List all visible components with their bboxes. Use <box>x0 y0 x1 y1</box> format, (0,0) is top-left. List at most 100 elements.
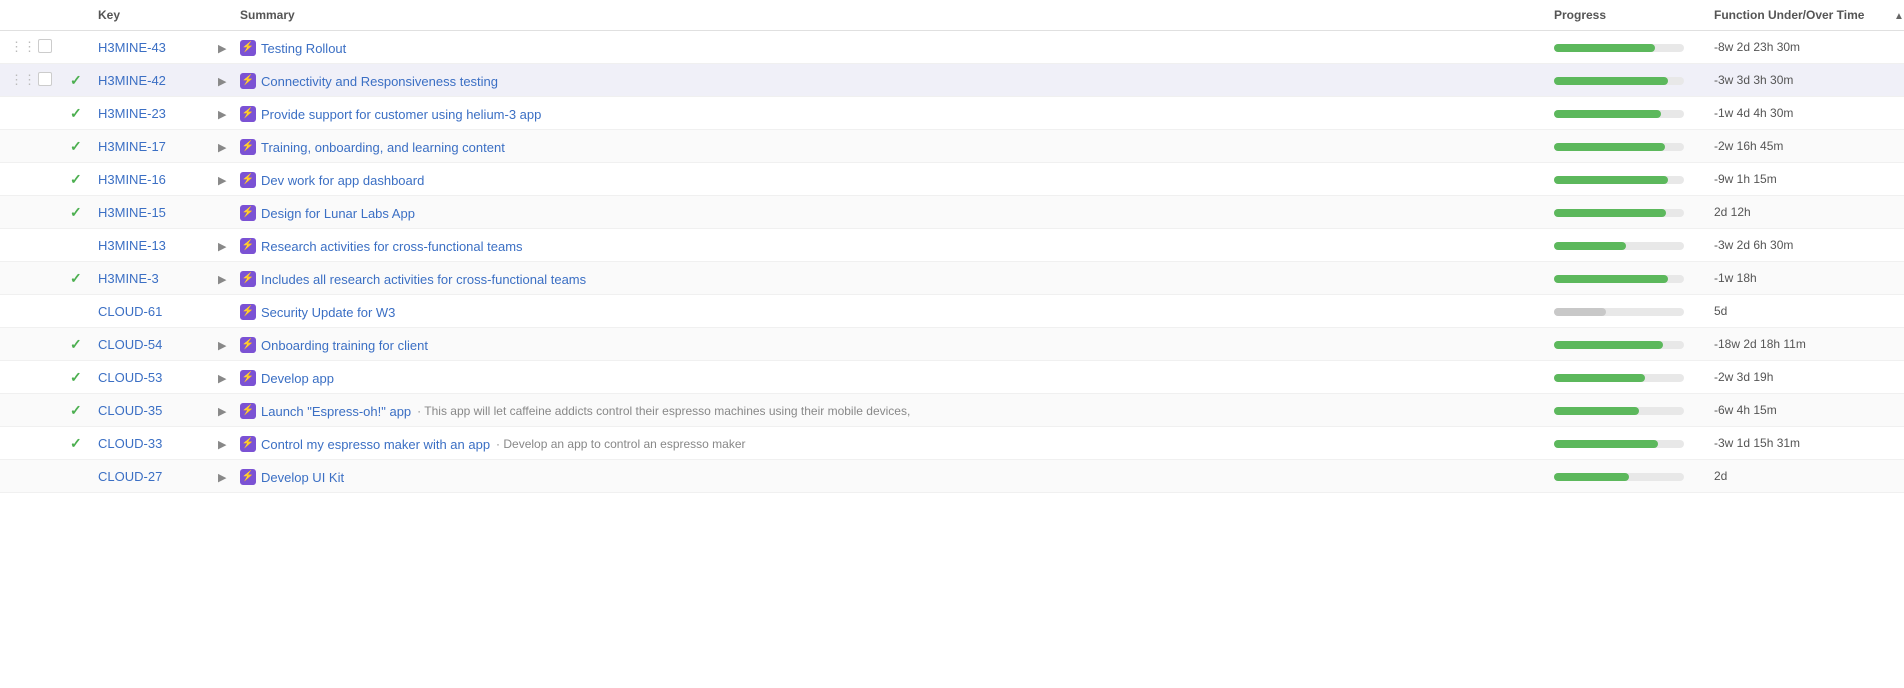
expand-arrow-icon[interactable]: ▶ <box>218 340 226 352</box>
summary-link[interactable]: Dev work for app dashboard <box>261 173 424 188</box>
summary-link[interactable]: Onboarding training for client <box>261 338 428 353</box>
progress-bar-fill <box>1554 44 1655 52</box>
summary-cell: ⚡Control my espresso maker with an app ·… <box>230 427 1544 460</box>
progress-bar <box>1554 242 1684 250</box>
expand-arrow-icon[interactable]: ▶ <box>218 439 226 451</box>
expand-arrow-icon[interactable]: ▶ <box>218 43 226 55</box>
summary-content: ⚡ Training, onboarding, and learning cont… <box>240 139 505 155</box>
summary-link[interactable]: Connectivity and Responsiveness testing <box>261 74 498 89</box>
progress-bar-fill <box>1554 209 1666 217</box>
summary-link[interactable]: Training, onboarding, and learning conte… <box>261 140 505 155</box>
issue-key[interactable]: CLOUD-54 <box>88 328 208 361</box>
summary-content: ⚡Control my espresso maker with an app ·… <box>240 436 746 452</box>
summary-content: ⚡Provide support for customer using heli… <box>240 106 541 122</box>
progress-cell <box>1544 361 1704 394</box>
progress-bar <box>1554 341 1684 349</box>
checkbox-cell <box>28 229 60 262</box>
issue-type-icon: ⚡ <box>240 139 256 155</box>
function-time-cell: 5d <box>1704 295 1884 328</box>
issue-type-icon: ⚡ <box>240 469 256 485</box>
issue-type-icon: ⚡ <box>240 73 256 89</box>
checkmark-cell <box>60 460 88 493</box>
checkmark-cell: ✓ <box>60 361 88 394</box>
progress-bar-fill <box>1554 275 1668 283</box>
summary-link[interactable]: Testing Rollout <box>261 41 346 56</box>
issue-key[interactable]: CLOUD-61 <box>88 295 208 328</box>
table-row: ✓H3MINE-15⚡Design for Lunar Labs App2d 1… <box>0 196 1904 229</box>
table-body: ⋮⋮H3MINE-43▶⚡Testing Rollout-8w 2d 23h 3… <box>0 31 1904 493</box>
expand-arrow-icon[interactable]: ▶ <box>218 142 226 154</box>
col-header-drag <box>0 0 28 31</box>
table-row: H3MINE-13▶⚡Research activities for cross… <box>0 229 1904 262</box>
summary-cell: ⚡ Develop UI Kit <box>230 460 1544 493</box>
drag-handle-cell <box>0 163 28 196</box>
scroll-up-arrow[interactable]: ▲ <box>1894 11 1904 22</box>
issue-key[interactable]: CLOUD-33 <box>88 427 208 460</box>
drag-handle-icon[interactable]: ⋮⋮ <box>10 39 36 54</box>
progress-cell <box>1544 295 1704 328</box>
summary-content: ⚡Testing Rollout <box>240 40 346 56</box>
function-time-cell: -8w 2d 23h 30m <box>1704 31 1884 64</box>
summary-link[interactable]: Develop UI Kit <box>261 470 344 485</box>
scroll-placeholder-cell <box>1884 262 1904 295</box>
scroll-placeholder-cell <box>1884 295 1904 328</box>
expand-arrow-icon[interactable]: ▶ <box>218 109 226 121</box>
issue-key[interactable]: H3MINE-16 <box>88 163 208 196</box>
row-checkbox[interactable] <box>38 72 52 86</box>
expand-arrow-icon[interactable]: ▶ <box>218 274 226 286</box>
drag-handle-cell: ⋮⋮ <box>0 64 28 97</box>
expand-cell <box>208 295 230 328</box>
summary-cell: ⚡Includes all research activities for cr… <box>230 262 1544 295</box>
issue-key[interactable]: CLOUD-35 <box>88 394 208 427</box>
summary-link[interactable]: Control my espresso maker with an app <box>261 437 490 452</box>
issue-type-icon: ⚡ <box>240 172 256 188</box>
expand-arrow-icon[interactable]: ▶ <box>218 406 226 418</box>
row-checkbox[interactable] <box>38 39 52 53</box>
checkbox-cell <box>28 262 60 295</box>
progress-bar <box>1554 44 1684 52</box>
drag-handle-cell <box>0 130 28 163</box>
issue-key[interactable]: H3MINE-13 <box>88 229 208 262</box>
issue-key[interactable]: H3MINE-17 <box>88 130 208 163</box>
summary-link[interactable]: Research activities for cross-functional… <box>261 239 523 254</box>
function-time-cell: -3w 1d 15h 31m <box>1704 427 1884 460</box>
summary-link[interactable]: Develop app <box>261 371 334 386</box>
summary-link[interactable]: Provide support for customer using heliu… <box>261 107 541 122</box>
expand-cell: ▶ <box>208 130 230 163</box>
scroll-placeholder-cell <box>1884 229 1904 262</box>
scroll-placeholder-cell <box>1884 394 1904 427</box>
expand-arrow-icon[interactable]: ▶ <box>218 472 226 484</box>
table-row: ✓H3MINE-23▶⚡Provide support for customer… <box>0 97 1904 130</box>
drag-handle-cell <box>0 229 28 262</box>
expand-arrow-icon[interactable]: ▶ <box>218 76 226 88</box>
issue-key[interactable]: H3MINE-3 <box>88 262 208 295</box>
progress-bar-fill <box>1554 143 1665 151</box>
issue-key[interactable]: H3MINE-42 <box>88 64 208 97</box>
expand-arrow-icon[interactable]: ▶ <box>218 241 226 253</box>
drag-handle-cell <box>0 361 28 394</box>
summary-link[interactable]: Launch "Espress-oh!" app <box>261 404 411 419</box>
table-row: ✓CLOUD-33▶⚡Control my espresso maker wit… <box>0 427 1904 460</box>
summary-link[interactable]: Includes all research activities for cro… <box>261 272 586 287</box>
expand-arrow-icon[interactable]: ▶ <box>218 175 226 187</box>
drag-handle-cell <box>0 328 28 361</box>
issue-key[interactable]: CLOUD-27 <box>88 460 208 493</box>
expand-cell: ▶ <box>208 328 230 361</box>
expand-cell <box>208 196 230 229</box>
issue-key[interactable]: H3MINE-23 <box>88 97 208 130</box>
col-header-progress: Progress <box>1544 0 1704 31</box>
issue-key[interactable]: CLOUD-53 <box>88 361 208 394</box>
col-header-function: Function Under/Over Time <box>1704 0 1884 31</box>
summary-link[interactable]: Security Update for W3 <box>261 305 395 320</box>
drag-handle-cell: ⋮⋮ <box>0 31 28 64</box>
expand-arrow-icon[interactable]: ▶ <box>218 373 226 385</box>
summary-link[interactable]: Design for Lunar Labs App <box>261 206 415 221</box>
table-row: ✓CLOUD-54▶⚡Onboarding training for clien… <box>0 328 1904 361</box>
issue-key[interactable]: H3MINE-15 <box>88 196 208 229</box>
issue-key[interactable]: H3MINE-43 <box>88 31 208 64</box>
function-time-cell: -1w 4d 4h 30m <box>1704 97 1884 130</box>
checkmark-cell <box>60 31 88 64</box>
drag-handle-icon[interactable]: ⋮⋮ <box>10 72 36 87</box>
function-time-cell: 2d 12h <box>1704 196 1884 229</box>
scroll-placeholder-cell <box>1884 427 1904 460</box>
